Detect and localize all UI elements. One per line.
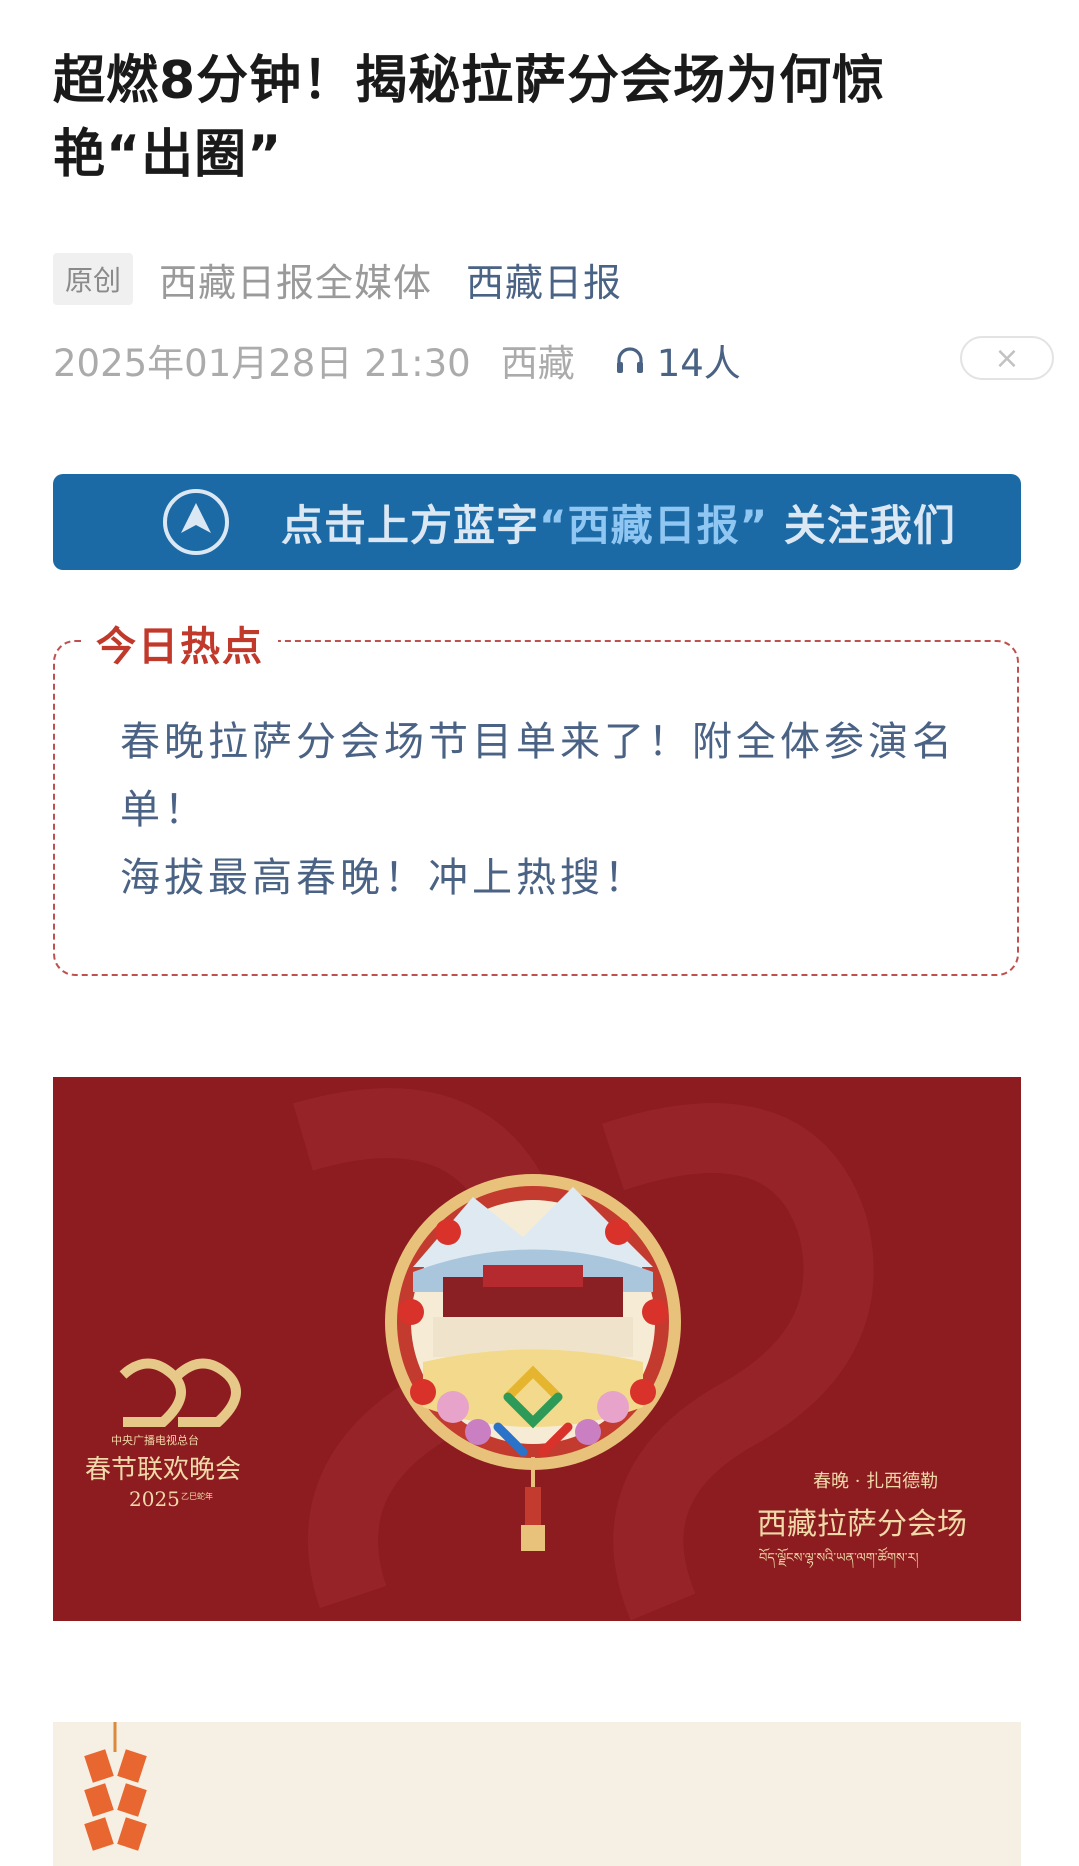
arrow-up-icon	[163, 489, 229, 555]
poster-year: 2025	[129, 1487, 180, 1511]
close-icon: ×	[994, 340, 1020, 376]
poster-venue-title: 西藏拉萨分会场	[757, 1507, 967, 1542]
poster-tagline: 春晚 · 扎西德勒	[813, 1471, 939, 1492]
article-info-row: 2025年01月28日 21:30 西藏 14人	[53, 332, 1025, 388]
article-meta-row: 原创 西藏日报全媒体 西藏日报	[53, 252, 622, 306]
follow-prefix: 点击上方蓝字	[281, 501, 540, 550]
headphones-icon	[616, 347, 643, 373]
close-audio-button[interactable]: ×	[960, 336, 1054, 380]
listener-count: 14人	[656, 342, 741, 385]
article-title-line1: 超燃8分钟！揭秘拉萨分会场为何惊	[53, 51, 886, 111]
publish-region: 西藏	[500, 342, 575, 385]
follow-account-name: “西藏日报”	[539, 501, 769, 550]
cctv-gala-logo	[119, 1358, 241, 1427]
account-link[interactable]: 西藏日报	[466, 252, 622, 307]
follow-suffix: 关注我们	[783, 501, 956, 550]
author-source: 西藏日报全媒体	[159, 260, 433, 305]
hot-topics-title: 今日热点	[82, 614, 278, 672]
original-badge: 原创	[53, 253, 134, 305]
poster-broadcaster: 中央广播电视总台	[111, 1434, 199, 1447]
second-article-image	[53, 1722, 1021, 1866]
poster-tibetan-title: བོད་ལྗོངས་ལྷ་སའི་ཡན་ལག་ཚོགས་ར།	[759, 1551, 919, 1566]
firecracker-decoration	[84, 1722, 147, 1851]
listen-button[interactable]: 14人	[613, 333, 741, 387]
follow-banner-text: 点击上方蓝字“西藏日报” 关注我们	[281, 492, 956, 553]
follow-banner[interactable]: 点击上方蓝字“西藏日报” 关注我们	[53, 474, 1021, 570]
poster-gala-name: 春节联欢晚会	[85, 1455, 242, 1485]
hot-topics-list: 春晚拉萨分会场节目单来了！附全体参演名单！ 海拔最高春晚！冲上热搜！	[120, 708, 980, 912]
hot-topic-link[interactable]: 海拔最高春晚！冲上热搜！	[120, 844, 980, 912]
article-title-line2: 艳“出圈”	[53, 125, 283, 185]
article-title: 超燃8分钟！揭秘拉萨分会场为何惊 艳“出圈”	[53, 44, 1043, 192]
hot-topic-link[interactable]: 春晚拉萨分会场节目单来了！附全体参演名单！	[120, 708, 980, 844]
poster-year-suffix: 乙巳蛇年	[181, 1492, 213, 1501]
gala-poster-image: 中央广播电视总台 春节联欢晚会 2025 乙巳蛇年 春晚 · 扎西德勒 西藏拉萨…	[53, 1077, 1021, 1621]
publish-datetime: 2025年01月28日 21:30	[53, 342, 471, 385]
